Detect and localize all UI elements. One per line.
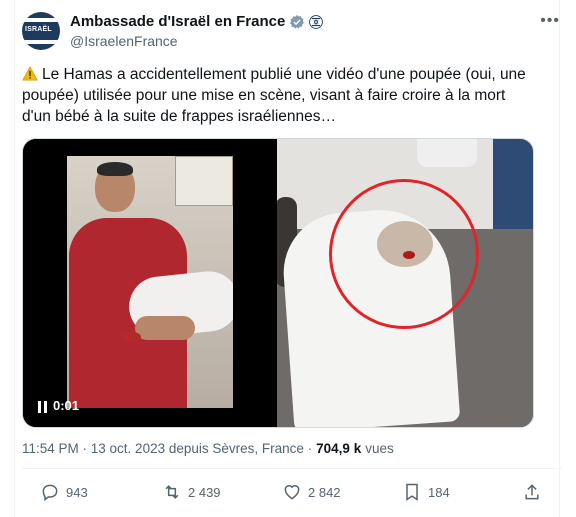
avatar-text: ISRAËL	[25, 26, 52, 33]
author-name[interactable]: Ambassade d'Israël en France	[70, 13, 285, 30]
tweet-text: Le Hamas a accidentellement publié une v…	[22, 66, 526, 125]
video-frame	[67, 156, 233, 408]
reply-button[interactable]: 943	[40, 482, 88, 502]
repost-icon	[165, 485, 179, 499]
bookmark-button[interactable]: 184	[402, 482, 450, 502]
bookmark-count: 184	[428, 484, 450, 500]
affiliate-badge-icon	[309, 14, 324, 29]
views-label: vues	[365, 441, 394, 456]
views-count: 704,9 k	[316, 441, 362, 456]
timestamp[interactable]: 11:54 PM · 13 oct. 2023 depuis Sèvres, F…	[22, 441, 312, 456]
divider	[22, 468, 562, 469]
like-icon	[284, 485, 300, 500]
reply-icon	[42, 484, 58, 501]
like-button[interactable]: 2 842	[282, 482, 341, 502]
share-icon	[525, 484, 539, 500]
author-handle[interactable]: @IsraelenFrance	[70, 33, 178, 49]
repost-button[interactable]: 2 439	[162, 482, 221, 502]
verified-badge-icon	[290, 14, 305, 29]
share-button[interactable]	[522, 482, 542, 502]
video-timecode: 0:01	[53, 398, 80, 413]
tweet-meta: 11:54 PM · 13 oct. 2023 depuis Sèvres, F…	[22, 441, 394, 456]
media-grid: 0:01	[22, 138, 534, 428]
bookmark-icon	[406, 483, 418, 501]
media-photo[interactable]	[277, 139, 533, 427]
like-count: 2 842	[308, 484, 341, 500]
pause-icon[interactable]	[38, 401, 48, 413]
video-player[interactable]: 0:01	[23, 139, 275, 427]
action-bar: 943 2 439 2 842 184	[22, 482, 542, 506]
warning-icon	[22, 66, 38, 81]
author-name-row[interactable]: Ambassade d'Israël en France	[70, 13, 324, 30]
avatar[interactable]: ISRAËL	[22, 12, 60, 50]
more-options-icon[interactable]: •••	[540, 12, 560, 30]
tweet-text-block: Le Hamas a accidentellement publié une v…	[22, 64, 532, 127]
reply-count: 943	[66, 484, 88, 500]
repost-count: 2 439	[188, 484, 221, 500]
highlight-circle	[329, 179, 479, 329]
